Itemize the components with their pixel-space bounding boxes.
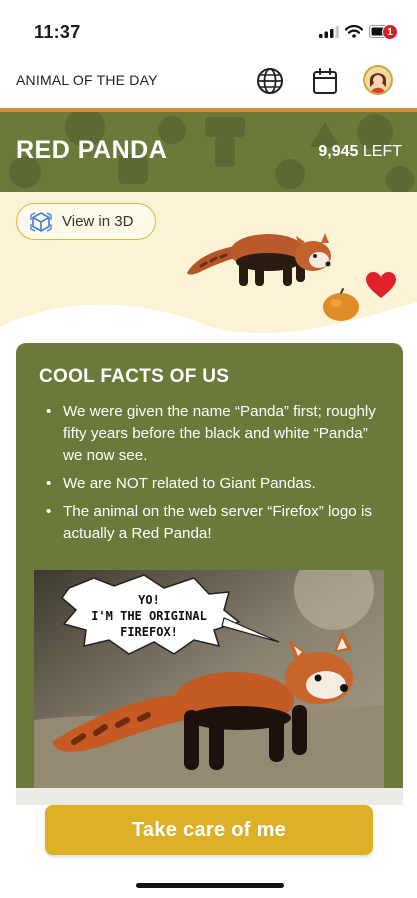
- photo-illustration: YO! I'M THE ORIGINAL FIREFOX!: [34, 570, 384, 800]
- fact-item: We are NOT related to Giant Pandas.: [46, 473, 376, 495]
- take-care-button[interactable]: Take care of me: [45, 805, 373, 855]
- card-fade: [16, 788, 403, 805]
- wifi-icon: [345, 25, 363, 38]
- page-title: ANIMAL OF THE DAY: [16, 72, 158, 88]
- remaining-count: 9,945 LEFT: [318, 143, 402, 161]
- avatar[interactable]: [363, 65, 393, 95]
- status-time: 11:37: [34, 22, 81, 42]
- facts-card: COOL FACTS OF US We were given the name …: [16, 343, 403, 813]
- globe-button[interactable]: [254, 65, 286, 97]
- remaining-suffix: LEFT: [362, 143, 402, 160]
- cube-3d-icon: [30, 211, 52, 232]
- red-panda-photo: YO! I'M THE ORIGINAL FIREFOX!: [34, 570, 384, 800]
- animal-banner: RED PANDA 9,945 LEFT: [0, 112, 417, 192]
- calendar-icon: [313, 68, 337, 94]
- remaining-number: 9,945: [318, 143, 359, 160]
- avatar-image: [365, 67, 391, 93]
- fact-item: The animal on the web server “Firefox” l…: [46, 501, 376, 545]
- app-header: ANIMAL OF THE DAY: [0, 58, 417, 108]
- red-panda-3d-model[interactable]: [183, 218, 343, 298]
- speech-line: YO!: [138, 593, 160, 607]
- animal-name: RED PANDA: [16, 136, 168, 164]
- orange-fruit-image: [323, 288, 359, 321]
- view-in-3d-button[interactable]: View in 3D: [16, 203, 156, 240]
- home-indicator[interactable]: [136, 883, 284, 888]
- signal-icon: [319, 25, 339, 38]
- fact-item: We were given the name “Panda” first; ro…: [46, 401, 376, 467]
- facts-list: We were given the name “Panda” first; ro…: [46, 401, 376, 551]
- notification-badge: 1: [382, 24, 398, 40]
- globe-icon: [257, 68, 283, 94]
- status-bar: 11:37: [0, 0, 417, 58]
- speech-line: FIREFOX!: [120, 625, 178, 639]
- heart-icon[interactable]: [366, 272, 396, 299]
- view-in-3d-label: View in 3D: [62, 213, 134, 230]
- speech-line: I'M THE ORIGINAL: [91, 609, 207, 623]
- hero-section: View in 3D: [0, 192, 417, 342]
- facts-title: COOL FACTS OF US: [39, 366, 230, 387]
- calendar-button[interactable]: [309, 65, 341, 97]
